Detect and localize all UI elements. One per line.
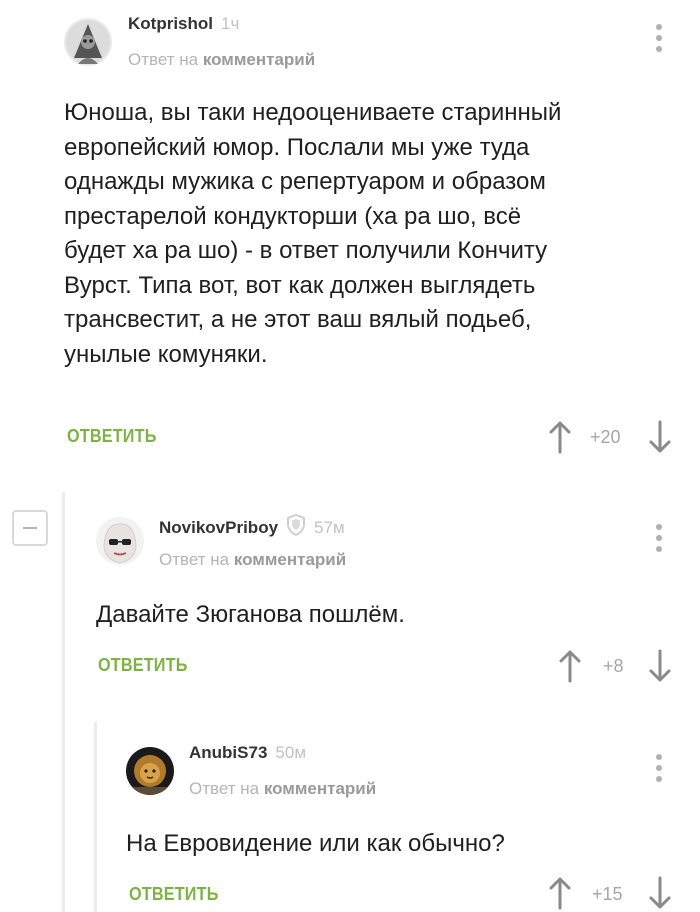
avatar[interactable] (126, 747, 174, 795)
comment-author[interactable]: AnubiS73 50м (189, 743, 306, 763)
arrow-up-icon[interactable] (548, 876, 572, 910)
rating-count: +15 (592, 884, 623, 904)
comment-body: На Евровидение или как обычно? (126, 827, 686, 862)
reply-button[interactable]: ОТВЕТИТЬ (129, 884, 219, 905)
comment: AnubiS73 50м Ответ на комментарий На Евро… (0, 0, 700, 912)
reply-to-line: Ответ на комментарий (189, 779, 376, 799)
comment-line: На Евровидение или как обычно? (126, 830, 505, 857)
arrow-down-icon[interactable] (648, 876, 672, 910)
author-name[interactable]: AnubiS73 (189, 743, 267, 762)
reply-to-prefix: Ответ на (189, 779, 260, 798)
comment-time: 50м (275, 743, 307, 762)
more-vertical-icon[interactable] (654, 754, 664, 784)
reply-to-link[interactable]: комментарий (264, 779, 376, 798)
